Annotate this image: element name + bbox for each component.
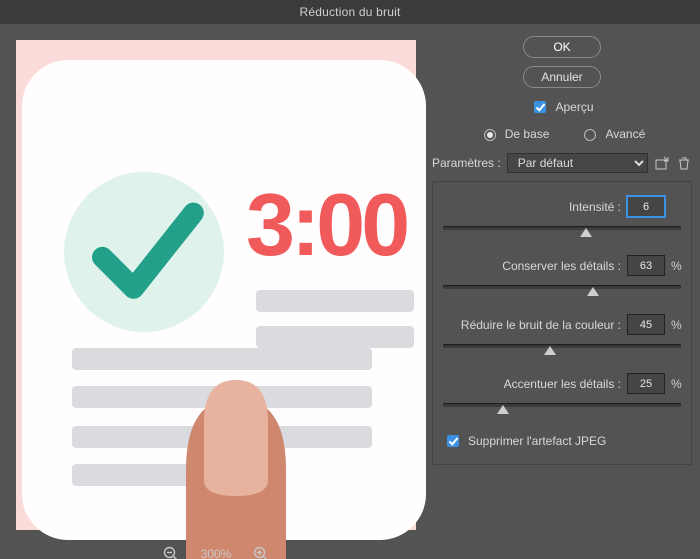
strength-slider[interactable] xyxy=(443,223,681,237)
checkmark-graphic xyxy=(64,172,224,332)
zoom-out-icon[interactable] xyxy=(163,546,179,559)
reduce-color-unit: % xyxy=(671,318,681,332)
mode-advanced-label: Avancé xyxy=(605,127,645,141)
zoom-level: 300% xyxy=(201,547,232,559)
sharpen-label: Accentuer les détails : xyxy=(504,377,621,391)
mode-advanced-radio[interactable] xyxy=(584,129,596,141)
sharpen-input[interactable] xyxy=(627,373,665,394)
strength-label: Intensité : xyxy=(569,200,621,214)
zoom-in-icon[interactable] xyxy=(253,546,269,559)
mode-basic-label: De base xyxy=(505,127,550,141)
sharpen-unit: % xyxy=(671,377,681,391)
ok-button[interactable]: OK xyxy=(523,36,601,58)
params-dropdown[interactable]: Par défaut xyxy=(507,153,648,173)
preview-time-text: 3:00 xyxy=(246,174,406,276)
preview-image[interactable]: 3:00 xyxy=(16,40,416,530)
trash-icon[interactable] xyxy=(676,155,692,171)
sharpen-slider[interactable] xyxy=(443,400,681,414)
dialog-title: Réduction du bruit xyxy=(0,0,700,24)
jpeg-artifact-label: Supprimer l'artefact JPEG xyxy=(468,434,606,448)
reduce-color-input[interactable] xyxy=(627,314,665,335)
preserve-details-input[interactable] xyxy=(627,255,665,276)
cancel-button[interactable]: Annuler xyxy=(523,66,601,88)
strength-input[interactable] xyxy=(627,196,665,217)
preserve-details-unit: % xyxy=(671,259,681,273)
finger-graphic xyxy=(156,360,316,559)
reduce-color-slider[interactable] xyxy=(443,341,681,355)
preserve-details-slider[interactable] xyxy=(443,282,681,296)
jpeg-artifact-checkbox[interactable] xyxy=(447,435,459,447)
settings-panel: OK Annuler Aperçu De base Avancé Paramèt… xyxy=(432,36,692,551)
mode-basic-radio[interactable] xyxy=(484,129,496,141)
preview-checkbox-label: Aperçu xyxy=(555,100,593,114)
noise-reduction-dialog: 3:00 300% OK Annuler Ap xyxy=(0,24,700,559)
preview-area: 3:00 xyxy=(16,40,416,530)
preview-checkbox[interactable] xyxy=(534,101,546,113)
zoom-controls: 300% xyxy=(16,540,416,559)
mode-radiogroup: De base Avancé xyxy=(432,126,692,141)
sliders-group: Intensité : Conserver les détails : % xyxy=(432,181,692,465)
params-label: Paramètres : xyxy=(432,156,501,170)
save-preset-icon[interactable] xyxy=(654,155,670,171)
reduce-color-label: Réduire le bruit de la couleur : xyxy=(461,318,621,332)
preserve-details-label: Conserver les détails : xyxy=(502,259,621,273)
